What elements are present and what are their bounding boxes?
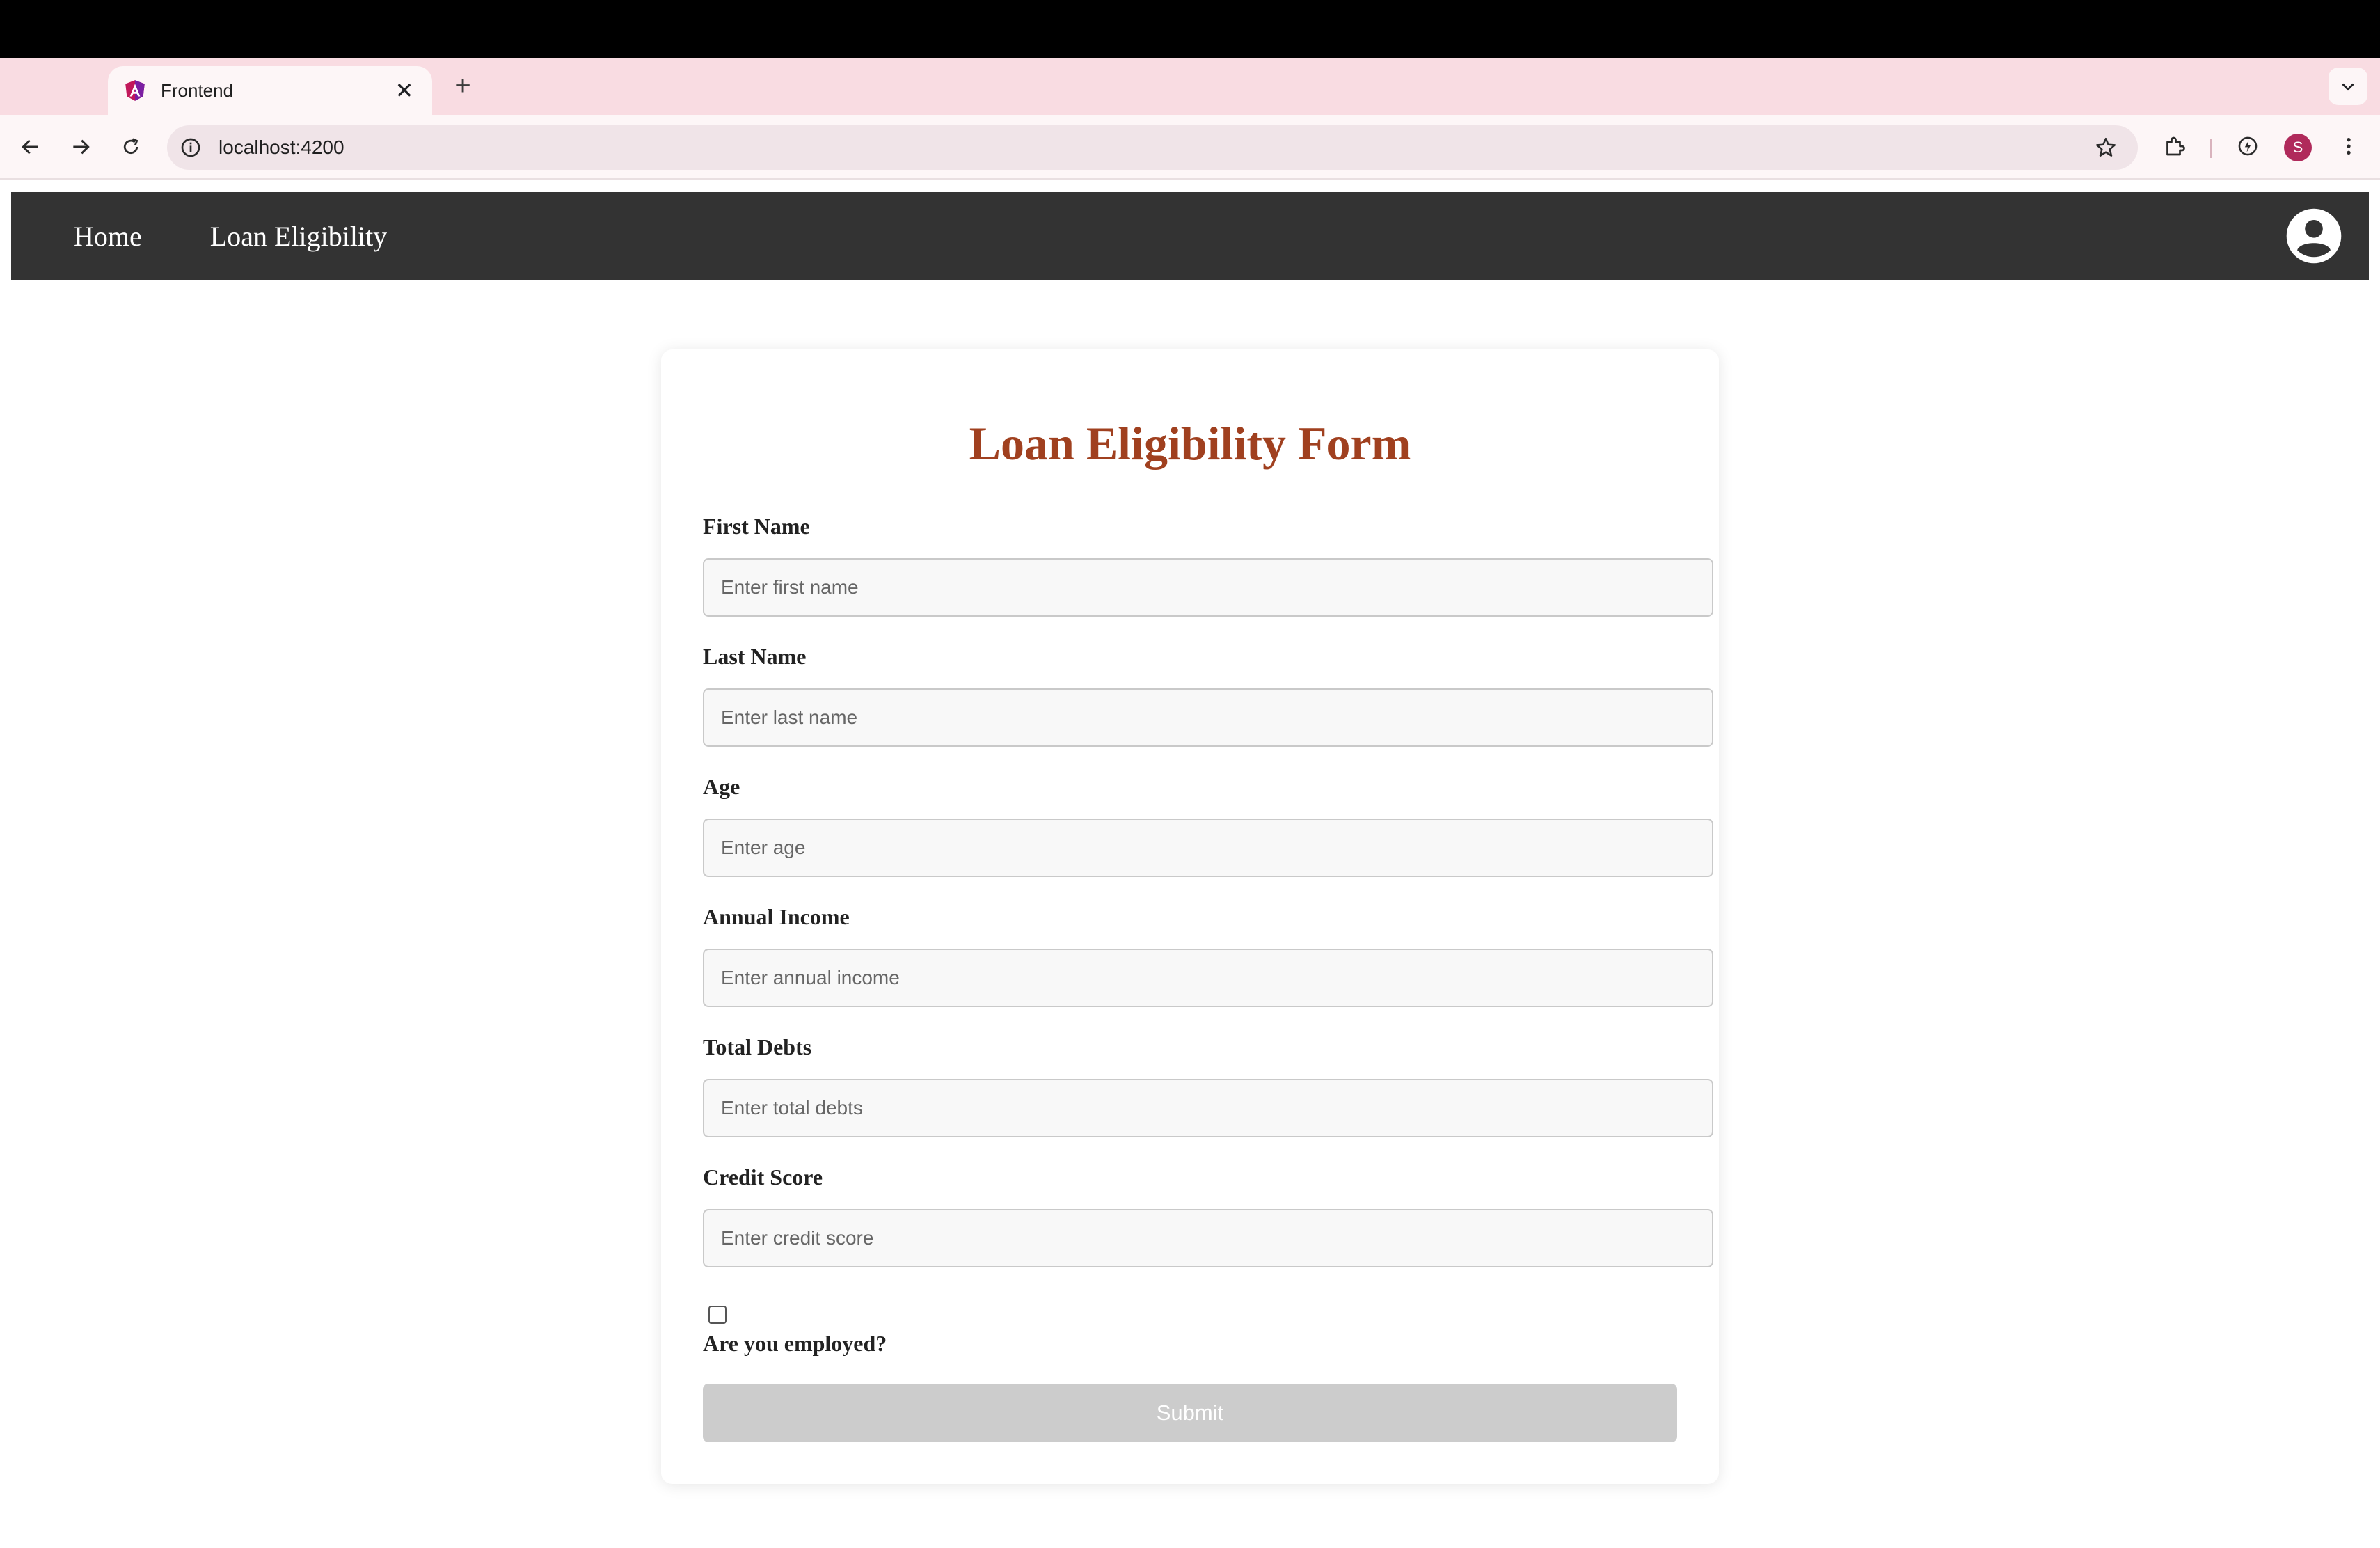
submit-button[interactable]: Submit: [703, 1384, 1677, 1442]
screen-top-bar: [0, 0, 2380, 58]
browser-toolbar: localhost:4200: [0, 115, 2380, 180]
more-vertical-icon: [2347, 138, 2351, 155]
last-name-input[interactable]: [703, 688, 1713, 747]
arrow-left-icon: [22, 139, 38, 155]
first-name-label: First Name: [703, 514, 810, 539]
star-icon: [2095, 137, 2116, 157]
browser-tab-strip: Frontend ✕ +: [0, 58, 2380, 115]
age-label: Age: [703, 774, 740, 799]
credit-score-label: Credit Score: [703, 1164, 823, 1190]
site-info-icon[interactable]: [180, 136, 202, 159]
puzzle-icon: [2166, 136, 2185, 156]
angular-icon: [125, 80, 145, 101]
employed-checkbox[interactable]: [708, 1306, 727, 1324]
annual-income-label: Annual Income: [703, 904, 850, 929]
performance-button[interactable]: [2230, 129, 2265, 164]
first-name-input[interactable]: [703, 558, 1713, 617]
total-debts-input[interactable]: [703, 1079, 1713, 1137]
profile-avatar[interactable]: S: [2284, 134, 2312, 161]
arrow-right-icon: [73, 139, 90, 155]
url-text[interactable]: localhost:4200: [219, 136, 2092, 159]
forward-button[interactable]: [64, 130, 97, 164]
speed-icon: [2238, 136, 2258, 156]
browser-menu-button[interactable]: [2331, 129, 2366, 164]
reload-icon: [123, 138, 138, 155]
toolbar-divider: [2210, 139, 2212, 158]
tab-search-button[interactable]: [2329, 68, 2367, 105]
browser-tab[interactable]: Frontend ✕: [108, 66, 432, 115]
annual-income-input[interactable]: [703, 949, 1713, 1007]
credit-score-input[interactable]: [703, 1209, 1713, 1267]
employed-label: Are you employed?: [703, 1331, 887, 1356]
back-button[interactable]: [14, 130, 47, 164]
last-name-label: Last Name: [703, 644, 807, 669]
nav-link-loan-eligibility[interactable]: Loan Eligibility: [210, 220, 387, 253]
reload-button[interactable]: [114, 130, 148, 164]
bookmark-star-button[interactable]: [2092, 134, 2120, 161]
account-icon[interactable]: [2285, 207, 2342, 264]
total-debts-label: Total Debts: [703, 1034, 812, 1059]
age-input[interactable]: [703, 819, 1713, 877]
extensions-button[interactable]: [2157, 129, 2192, 164]
form-title: Loan Eligibility Form: [969, 417, 1411, 470]
chevron-down-icon: [2342, 83, 2354, 91]
app-navbar: Home Loan Eligibility: [11, 192, 2369, 280]
nav-link-home[interactable]: Home: [74, 220, 142, 253]
tab-title: Frontend: [161, 79, 234, 101]
address-bar[interactable]: localhost:4200: [167, 125, 2138, 170]
close-tab-icon[interactable]: ✕: [392, 79, 417, 102]
new-tab-button[interactable]: +: [445, 69, 480, 104]
loan-form-card: Loan Eligibility Form First Name Last Na…: [661, 349, 1719, 1484]
